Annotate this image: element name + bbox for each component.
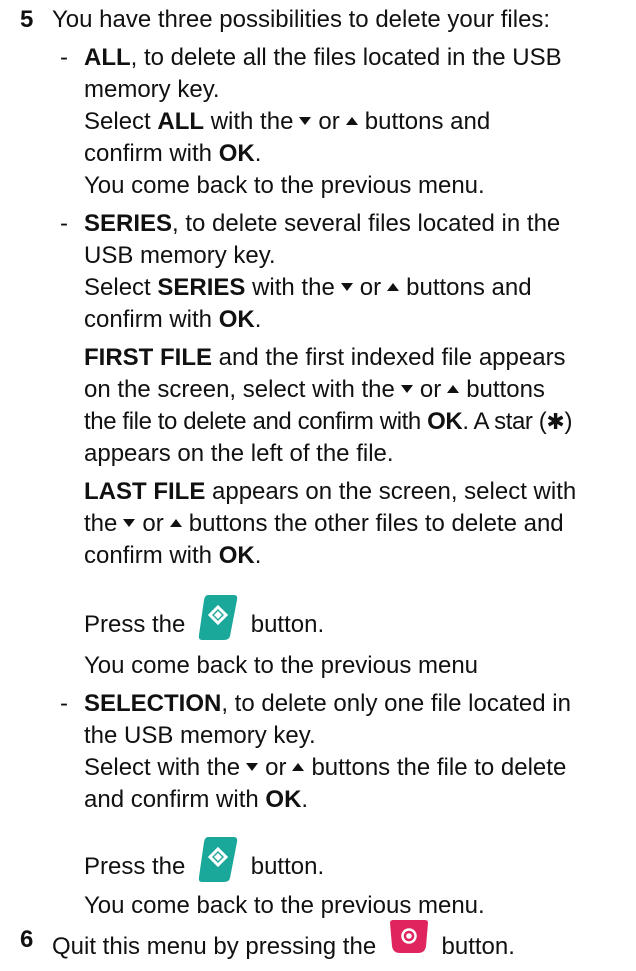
text: , to delete only one file located in	[221, 690, 571, 717]
text: or	[265, 754, 287, 781]
text: button.	[441, 932, 515, 960]
text: Press the	[84, 610, 186, 638]
text: .	[254, 542, 262, 569]
arrow-up-icon	[447, 384, 460, 393]
text: appears on the screen, select with	[205, 478, 577, 505]
start-icon	[198, 837, 238, 882]
all-desc: , to delete all the files located in the…	[130, 44, 562, 71]
arrow-up-icon	[292, 762, 305, 771]
screen-select-line: on the screen, select with the or buttons	[84, 374, 545, 406]
text: .	[254, 140, 262, 167]
ok-keyword: OK	[265, 786, 302, 813]
text: Select	[84, 274, 158, 301]
text: and the first indexed file appears	[212, 344, 566, 371]
selection-select-line: Select with the or buttons the file to del…	[84, 752, 566, 784]
text: button.	[250, 852, 325, 880]
text: buttons and	[364, 108, 491, 135]
text: . A star (	[462, 408, 547, 435]
all-keyword: ALL	[84, 44, 131, 71]
text: .	[254, 306, 262, 333]
text: confirm with	[84, 140, 219, 167]
arrow-down-icon	[246, 762, 259, 771]
arrow-up-icon	[387, 282, 400, 291]
other-files-line: the or buttons the other files to delete a…	[84, 508, 564, 540]
start-key-button[interactable]	[196, 592, 240, 651]
first-file-line: FIRST FILE and the first indexed file ap…	[84, 342, 566, 374]
series-press-line: Press the button.	[84, 595, 325, 655]
text: Press the	[84, 852, 186, 880]
ok-keyword: OK	[218, 140, 255, 167]
ok-keyword: OK	[218, 306, 255, 333]
ok-keyword: OK	[427, 408, 463, 435]
series-keyword: SERIES	[157, 274, 246, 301]
text: )	[564, 408, 573, 435]
selection-press-line: Press the button.	[84, 837, 325, 897]
start-key-button[interactable]	[196, 834, 240, 893]
text: .	[301, 786, 309, 813]
step-number-5: 5	[20, 6, 34, 33]
stop-icon	[389, 920, 428, 953]
first-file-keyword: FIRST FILE	[84, 344, 212, 371]
last-file-line: LAST FILE appears on the screen, select …	[84, 476, 576, 508]
all-back-line: You come back to the previous menu.	[84, 172, 485, 199]
text: buttons	[466, 376, 545, 403]
text: , to delete several files located in the	[172, 210, 561, 237]
text: and confirm with	[84, 786, 266, 813]
all-keyword: ALL	[157, 108, 205, 135]
text: buttons and	[406, 274, 532, 301]
all-select-line: Select ALL with the or buttons and	[84, 106, 490, 138]
step5-intro: You have three possibilities to delete y…	[52, 6, 551, 33]
step6-line: Quit this menu by pressing the button.	[52, 920, 515, 971]
text: or	[142, 510, 164, 537]
text: button.	[250, 610, 325, 638]
text: or	[359, 274, 382, 301]
start-icon	[198, 595, 238, 640]
series-keyword: SERIES	[84, 210, 173, 237]
text: with the	[245, 274, 335, 301]
text: confirm with	[84, 542, 219, 569]
star-icon: ✱	[546, 409, 565, 434]
text: on the screen, select with the	[84, 376, 395, 403]
step-number-6: 6	[20, 926, 34, 953]
bullet-dash: -	[60, 44, 68, 71]
text: or	[419, 376, 442, 403]
series-confirm-line: confirm with OK.	[84, 304, 261, 336]
arrow-down-icon	[123, 518, 136, 527]
bullet-dash: -	[60, 690, 68, 717]
selection-keyword: SELECTION	[84, 690, 222, 717]
series-select-line: Select SERIES with the or buttons and	[84, 272, 532, 304]
text: buttons the file to delete	[311, 754, 567, 781]
text: the file to delete and confirm with	[84, 408, 428, 435]
series-option-line: SERIES, to delete several files located …	[84, 208, 560, 240]
selection-desc-cont: the USB memory key.	[84, 722, 316, 749]
appears-left-line: appears on the left of the file.	[84, 440, 394, 467]
selection-confirm-line: and confirm with OK.	[84, 784, 308, 816]
all-confirm-line: confirm with OK.	[84, 138, 261, 170]
bullet-dash: -	[60, 210, 68, 237]
ok-keyword: OK	[218, 542, 255, 569]
series-back-line: You come back to the previous menu	[84, 652, 479, 679]
file-delete-line: the file to delete and confirm with OK. …	[84, 406, 572, 438]
arrow-up-icon	[345, 116, 358, 125]
text: buttons the other files to delete and	[188, 510, 564, 537]
selection-option-line: SELECTION, to delete only one file locat…	[84, 688, 571, 720]
series-desc-cont: USB memory key.	[84, 242, 276, 269]
series-confirm2-line: confirm with OK.	[84, 540, 261, 572]
all-option-line: ALL, to delete all the files located in …	[84, 42, 562, 74]
text: or	[318, 108, 340, 135]
arrow-down-icon	[299, 116, 312, 125]
text: the	[84, 510, 118, 537]
text: confirm with	[84, 306, 219, 333]
last-file-keyword: LAST FILE	[84, 478, 206, 505]
text: Quit this menu by pressing the	[52, 932, 377, 960]
all-desc-cont: memory key.	[84, 76, 220, 103]
text: Select with the	[84, 754, 241, 781]
text: with the	[204, 108, 294, 135]
text: Select	[84, 108, 158, 135]
arrow-down-icon	[400, 384, 413, 393]
arrow-down-icon	[340, 282, 353, 291]
arrow-up-icon	[169, 518, 182, 527]
